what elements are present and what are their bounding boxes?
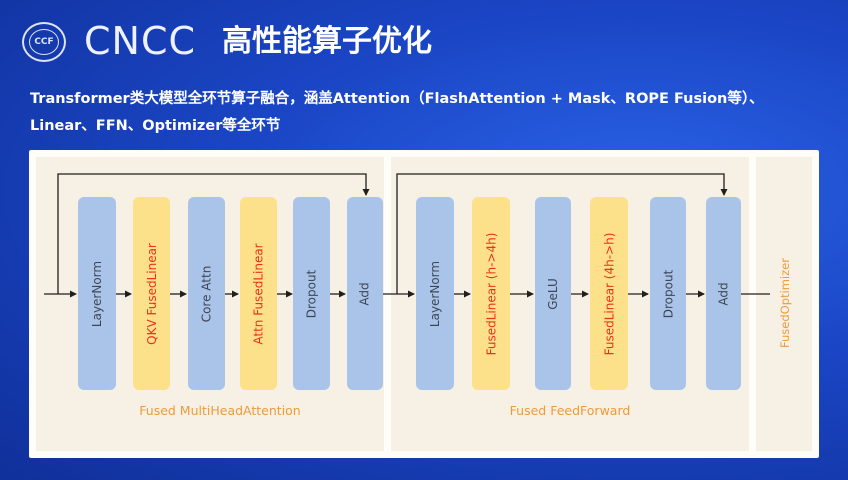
fusedlinear-4h-h-block: FusedLinear (4h->h) — [590, 197, 628, 390]
fusedlinear-h-4h-block: FusedLinear (h->4h) — [472, 197, 510, 390]
attn-fusedlinear-block: Attn FusedLinear — [240, 197, 277, 390]
optimizer-section-label: FusedOptimizer — [778, 258, 792, 348]
gelu-block: GeLU — [535, 197, 571, 390]
ffn-dropout-block: Dropout — [650, 197, 686, 390]
ffn-layernorm-block: LayerNorm — [416, 197, 454, 390]
core-attn-block: Core Attn — [188, 197, 225, 390]
attn-dropout-block: Dropout — [293, 197, 330, 390]
attention-section-label: Fused MultiHeadAttention — [139, 403, 301, 418]
feedforward-section-label: Fused FeedForward — [509, 403, 631, 418]
attn-layernorm-block: LayerNorm — [78, 197, 116, 390]
attn-add-block: Add — [347, 197, 383, 390]
qkv-fusedlinear-block: QKV FusedLinear — [133, 197, 170, 390]
ffn-add-block: Add — [706, 197, 741, 390]
